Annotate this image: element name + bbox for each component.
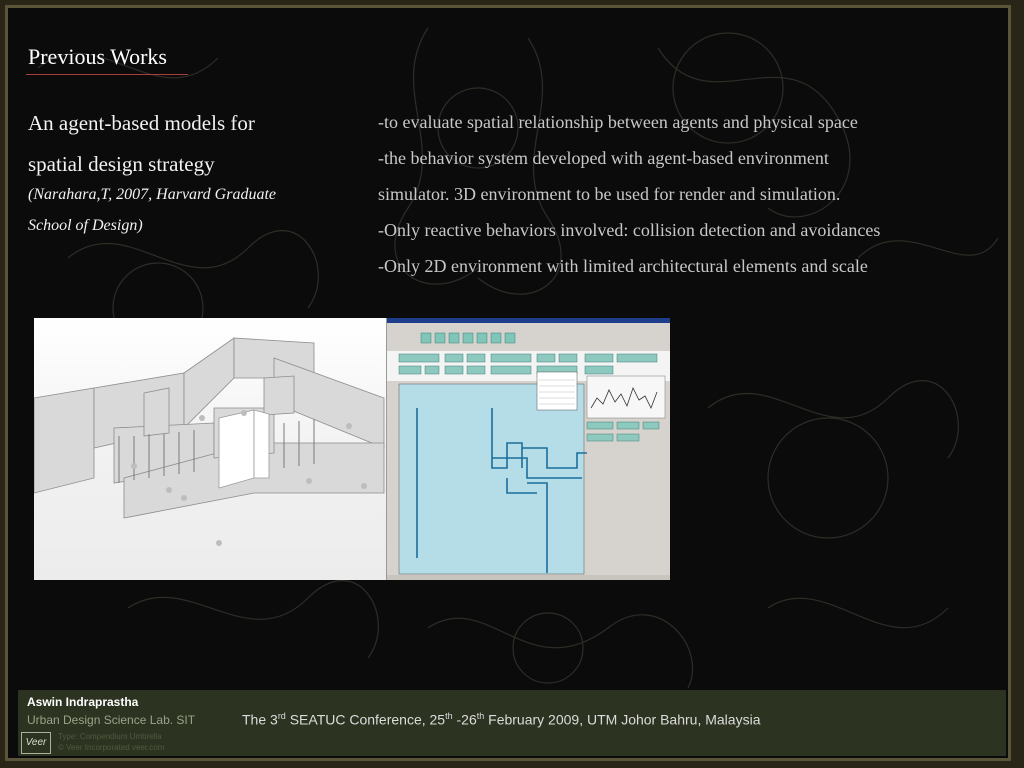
3d-render-image	[34, 318, 386, 580]
bullet-item: simulator. 3D environment to be used for…	[378, 184, 841, 204]
citation-line-2: School of Design)	[28, 217, 143, 234]
heading-line-1: An agent-based models for	[28, 111, 255, 135]
footer-bar: Aswin Indraprastha Urban Design Science …	[18, 690, 1006, 756]
simulator-screenshot-image	[386, 318, 670, 580]
title-underline	[26, 74, 188, 75]
conference-text: February 2009, UTM Johor Bahru, Malaysia	[484, 711, 761, 728]
conference-sup: rd	[277, 711, 286, 721]
veer-logo: Veer	[21, 732, 51, 754]
citation-line-1: (Narahara,T, 2007, Harvard Graduate	[28, 186, 277, 203]
bullet-item: -to evaluate spatial relationship betwee…	[378, 112, 858, 132]
conference-sup: th	[445, 711, 453, 721]
conference-text: -26	[452, 711, 477, 728]
conference-text: The 3	[242, 711, 278, 728]
credit-line-1: Type: Compendium Umbrella	[58, 732, 162, 741]
heading: An agent-based models for spatial design…	[28, 103, 348, 185]
conference-text: SEATUC Conference, 25	[285, 711, 446, 728]
bullet-item: -the behavior system developed with agen…	[378, 148, 829, 168]
slide-title: Previous Works	[28, 44, 167, 69]
bullet-list: -to evaluate spatial relationship betwee…	[378, 104, 998, 284]
credit-line-2: © Veer Incorporated veer.com	[58, 743, 165, 752]
bullet-item: -Only 2D environment with limited archit…	[378, 256, 868, 276]
citation: (Narahara,T, 2007, Harvard Graduate Scho…	[28, 179, 358, 241]
affiliation: Urban Design Science Lab. SIT	[27, 713, 196, 727]
author-name: Aswin Indraprastha	[27, 695, 139, 709]
bullet-item: -Only reactive behaviors involved: colli…	[378, 220, 881, 240]
image-credit: Type: Compendium Umbrella © Veer Incorpo…	[58, 731, 164, 753]
conference-info: The 3rd SEATUC Conference, 25th -26th Fe…	[242, 711, 760, 728]
